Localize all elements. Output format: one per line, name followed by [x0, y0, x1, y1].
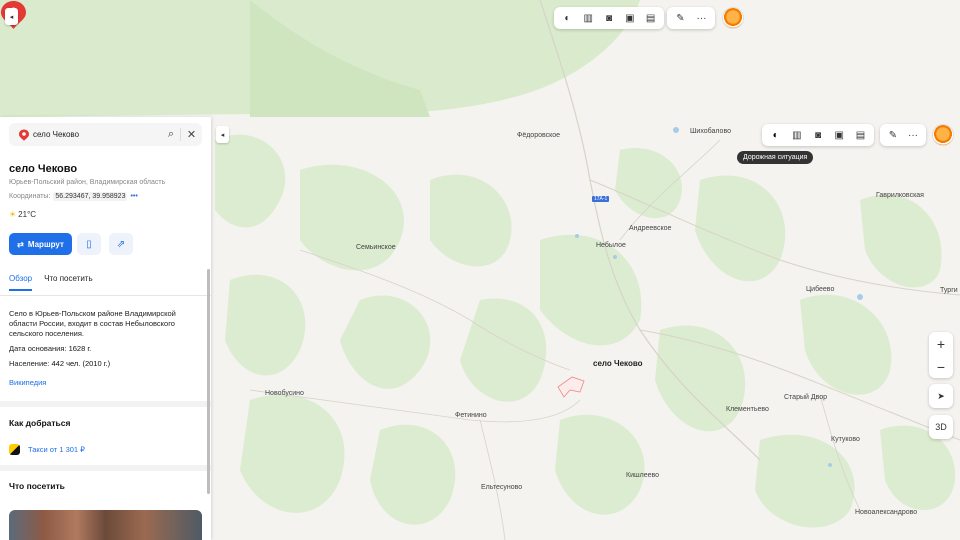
search-bar[interactable]: село Чеково ⌕ ✕: [9, 123, 202, 146]
place-label: Семьинское: [356, 244, 396, 251]
place-label: Новоалександрово: [855, 509, 918, 516]
sun-icon: ☀: [9, 210, 17, 219]
collapse-panel-button[interactable]: ◂: [216, 126, 229, 143]
share-icon: ⇗: [116, 238, 126, 250]
place-label: Фетинино: [455, 412, 487, 419]
place-label: Клементьево: [726, 406, 769, 413]
share-button[interactable]: ⇗: [109, 233, 133, 255]
place-label: Ельтесуново: [481, 484, 523, 491]
map-toolbar: ◐ ▥ ◙ ▣ ▤: [762, 124, 874, 146]
divider: [0, 465, 211, 471]
bookmark-button[interactable]: ▯: [77, 233, 101, 255]
layers-icon[interactable]: ◐: [766, 126, 785, 144]
tab-what-to-visit[interactable]: Что посетить: [44, 274, 93, 291]
how-to-get-heading: Как добраться: [9, 418, 71, 428]
tooltip: Дорожная ситуация: [737, 151, 814, 164]
map-toolbar-top-2: ✎ ···: [667, 7, 715, 29]
place-label: Кутуково: [831, 436, 860, 443]
close-icon[interactable]: ✕: [180, 128, 202, 141]
road-shield: 17А-1: [592, 196, 610, 202]
collapse-panel-button-top[interactable]: ◂: [5, 8, 18, 25]
place-label: Старый Двор: [784, 394, 828, 401]
place-panel: село Чеково ⌕ ✕ село Чеково Юрьев-Польск…: [0, 117, 211, 540]
atlas-icon[interactable]: ▥: [579, 9, 598, 27]
place-label: Гаврилковская: [876, 192, 924, 199]
weather: ☀ 21°C: [9, 210, 37, 219]
ruler-icon[interactable]: ✎: [884, 126, 902, 144]
place-photo[interactable]: [9, 510, 202, 540]
route-icon: ⇄: [17, 239, 24, 249]
description: Село в Юрьев-Польском районе Владимирско…: [9, 309, 176, 338]
taxi-icon: [9, 444, 20, 455]
traffic-icon[interactable]: ▤: [641, 9, 660, 27]
avatar[interactable]: [723, 8, 743, 28]
more-icon[interactable]: ···: [904, 126, 922, 144]
map-toolbar-top: ◐ ▥ ◙ ▣ ▤: [554, 7, 664, 29]
coordinates-more-button[interactable]: •••: [130, 193, 137, 200]
panorama-icon[interactable]: ◙: [808, 126, 827, 144]
locate-button[interactable]: ➤: [929, 384, 953, 408]
population-fact: Население: 442 чел. (2010 г.): [9, 359, 111, 368]
place-label: Шихобалово: [690, 128, 731, 135]
divider: [0, 295, 211, 296]
search-icon[interactable]: ⌕: [162, 128, 180, 141]
place-label: Новобусино: [265, 390, 304, 397]
tab-overview[interactable]: Обзор: [9, 274, 33, 291]
scrollbar[interactable]: [207, 269, 210, 494]
transit-icon[interactable]: ▣: [620, 9, 639, 27]
3d-button[interactable]: 3D: [929, 415, 953, 439]
zoom-out-button[interactable]: −: [929, 355, 953, 378]
ruler-icon[interactable]: ✎: [671, 9, 690, 27]
atlas-icon[interactable]: ▥: [787, 126, 806, 144]
place-label: Турги: [940, 287, 958, 294]
traffic-icon[interactable]: ▤: [851, 126, 870, 144]
what-to-visit-heading: Что посетить: [9, 481, 65, 491]
place-label: Кишлеево: [626, 472, 660, 479]
search-input[interactable]: село Чеково: [33, 130, 162, 139]
avatar[interactable]: [933, 125, 953, 145]
place-label: Андреевское: [629, 225, 672, 232]
more-icon[interactable]: ···: [692, 9, 711, 27]
founded-fact: Дата основания: 1628 г.: [9, 344, 92, 353]
place-label: Небылое: [596, 242, 626, 249]
layers-icon[interactable]: ◐: [558, 9, 577, 27]
coordinates-value[interactable]: 56.293467, 39.958923: [53, 192, 128, 201]
coordinates: Координаты: 56.293467, 39.958923 •••: [9, 192, 138, 201]
transit-icon[interactable]: ▣: [830, 126, 849, 144]
tabs: Обзор Что посетить: [9, 274, 93, 291]
divider: [0, 401, 211, 407]
map-toolbar-2: ✎ ···: [880, 124, 926, 146]
route-button[interactable]: ⇄ Маршрут: [9, 233, 72, 255]
panorama-icon[interactable]: ◙: [600, 9, 619, 27]
pin-label: село Чеково: [593, 359, 643, 368]
place-subtitle: Юрьев-Польский район, Владимирская облас…: [9, 179, 166, 186]
navigation-arrow-icon: ➤: [937, 390, 945, 401]
place-label: Цибеево: [806, 286, 835, 293]
place-label: Фёдоровское: [517, 132, 561, 139]
bookmark-icon: ▯: [86, 238, 92, 250]
zoom-control: + −: [929, 332, 953, 378]
location-pin-icon: [19, 129, 29, 141]
wikipedia-link[interactable]: Википедия: [9, 378, 46, 387]
zoom-in-button[interactable]: +: [929, 332, 953, 355]
taxi-link[interactable]: Такси от 1 301 ₽: [9, 444, 85, 455]
place-title: село Чеково: [9, 163, 78, 175]
